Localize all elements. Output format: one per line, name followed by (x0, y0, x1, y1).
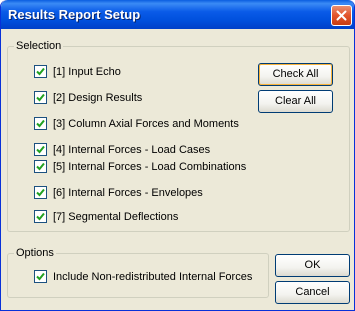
checkbox-box[interactable] (34, 210, 47, 223)
options-legend: Options (14, 247, 56, 260)
checkmark-icon (36, 272, 45, 281)
selection-legend: Selection (14, 40, 64, 53)
checkbox-box[interactable] (34, 186, 47, 199)
title-bar[interactable]: Results Report Setup (1, 0, 354, 29)
checkbox-label: Include Non-redistributed Internal Force… (53, 271, 253, 283)
checkbox-label: [5] Internal Forces - Load Combinations (53, 161, 247, 173)
clear-all-button[interactable]: Clear All (258, 90, 333, 113)
checkbox-label: [6] Internal Forces - Envelopes (53, 187, 203, 199)
checkmark-icon (36, 119, 45, 128)
checkbox-box[interactable] (34, 65, 47, 78)
checkbox-label: [1] Input Echo (53, 66, 121, 78)
check-all-button[interactable]: Check All (258, 63, 333, 86)
checkmark-icon (36, 162, 45, 171)
checkbox-label: [4] Internal Forces - Load Cases (53, 144, 211, 156)
close-icon (336, 10, 347, 21)
checkbox-box[interactable] (34, 160, 47, 173)
checkbox-box[interactable] (34, 117, 47, 130)
cancel-button[interactable]: Cancel (275, 281, 350, 304)
checkbox-box[interactable] (34, 143, 47, 156)
checkmark-icon (36, 145, 45, 154)
checkmark-icon (36, 93, 45, 102)
close-button[interactable] (331, 5, 352, 26)
checkbox-label: [7] Segmental Deflections (53, 211, 179, 223)
checkbox-label: [2] Design Results (53, 92, 143, 104)
checkbox-box[interactable] (34, 270, 47, 283)
checkmark-icon (36, 188, 45, 197)
checkbox-box[interactable] (34, 91, 47, 104)
checkbox-label: [3] Column Axial Forces and Moments (53, 118, 239, 130)
checkmark-icon (36, 67, 45, 76)
dialog-window: Results Report Setup Selection [1] Input… (0, 0, 355, 311)
checkmark-icon (36, 212, 45, 221)
window-title: Results Report Setup (8, 7, 141, 22)
ok-button[interactable]: OK (275, 254, 350, 277)
